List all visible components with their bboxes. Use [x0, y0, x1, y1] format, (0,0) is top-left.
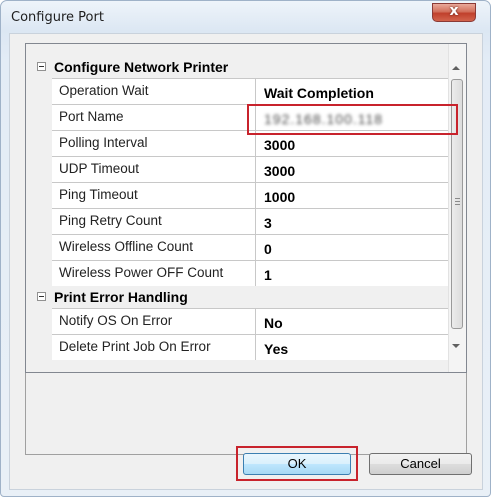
close-button[interactable]: x: [432, 3, 476, 22]
title-bar[interactable]: Configure Port x: [1, 1, 490, 35]
row-gutter: [26, 208, 52, 235]
property-row-notify-os-on-error[interactable]: Notify OS On Error No: [26, 308, 449, 335]
grip-line: [455, 201, 460, 202]
cancel-button[interactable]: Cancel: [369, 453, 472, 475]
scroll-down-arrow-icon[interactable]: [452, 344, 460, 348]
property-value[interactable]: Wait Completion: [256, 79, 449, 104]
property-row-operation-wait[interactable]: Operation Wait Wait Completion: [26, 78, 449, 105]
property-value[interactable]: 1: [256, 261, 449, 286]
property-value[interactable]: 3: [256, 209, 449, 234]
property-name: Ping Timeout: [52, 183, 256, 208]
category-label: Configure Network Printer: [54, 59, 229, 75]
property-row-ping-timeout[interactable]: Ping Timeout 1000: [26, 182, 449, 209]
row-gutter: [26, 182, 52, 209]
description-pane: [25, 373, 467, 455]
property-value[interactable]: Yes: [256, 335, 449, 360]
property-name: Port Name: [52, 105, 256, 130]
row-gutter: [26, 334, 52, 361]
property-value[interactable]: No: [256, 309, 449, 334]
property-name: Ping Retry Count: [52, 209, 256, 234]
row-gutter: [26, 308, 52, 335]
property-name: Polling Interval: [52, 131, 256, 156]
collapse-toggle-icon[interactable]: [37, 292, 46, 301]
row-gutter: [26, 234, 52, 261]
property-value[interactable]: 3000: [256, 157, 449, 182]
row-gutter: [26, 104, 52, 131]
collapse-toggle-icon[interactable]: [37, 62, 46, 71]
ok-button-highlight-box: [236, 446, 358, 481]
scroll-up-arrow-icon[interactable]: [452, 66, 460, 70]
port-name-highlight-box: [247, 104, 458, 135]
property-name: Delete Print Job On Error: [52, 335, 256, 360]
property-value[interactable]: 1000: [256, 183, 449, 208]
row-gutter: [26, 156, 52, 183]
grip-line: [455, 198, 460, 199]
property-row-wireless-offline-count[interactable]: Wireless Offline Count 0: [26, 234, 449, 261]
property-name: Wireless Offline Count: [52, 235, 256, 260]
property-value[interactable]: 0: [256, 235, 449, 260]
row-gutter: [26, 260, 52, 287]
vertical-scrollbar[interactable]: [448, 44, 466, 372]
property-grid-rows: Configure Network Printer Operation Wait…: [26, 56, 449, 361]
grip-line: [455, 204, 460, 205]
property-grid: Configure Network Printer Operation Wait…: [25, 43, 467, 373]
property-name: Operation Wait: [52, 79, 256, 104]
row-gutter: [26, 78, 52, 105]
window-title: Configure Port: [11, 10, 104, 25]
category-configure-network-printer: Configure Network Printer: [26, 56, 449, 78]
category-print-error-handling: Print Error Handling: [26, 286, 449, 308]
category-label: Print Error Handling: [54, 289, 188, 305]
property-row-wireless-power-off-count[interactable]: Wireless Power OFF Count 1: [26, 260, 449, 287]
close-icon: x: [449, 3, 459, 19]
property-name: Wireless Power OFF Count: [52, 261, 256, 286]
row-gutter: [26, 130, 52, 157]
property-row-udp-timeout[interactable]: UDP Timeout 3000: [26, 156, 449, 183]
property-row-ping-retry-count[interactable]: Ping Retry Count 3: [26, 208, 449, 235]
property-name: UDP Timeout: [52, 157, 256, 182]
property-name: Notify OS On Error: [52, 309, 256, 334]
property-row-delete-print-job-on-error[interactable]: Delete Print Job On Error Yes: [26, 334, 449, 361]
